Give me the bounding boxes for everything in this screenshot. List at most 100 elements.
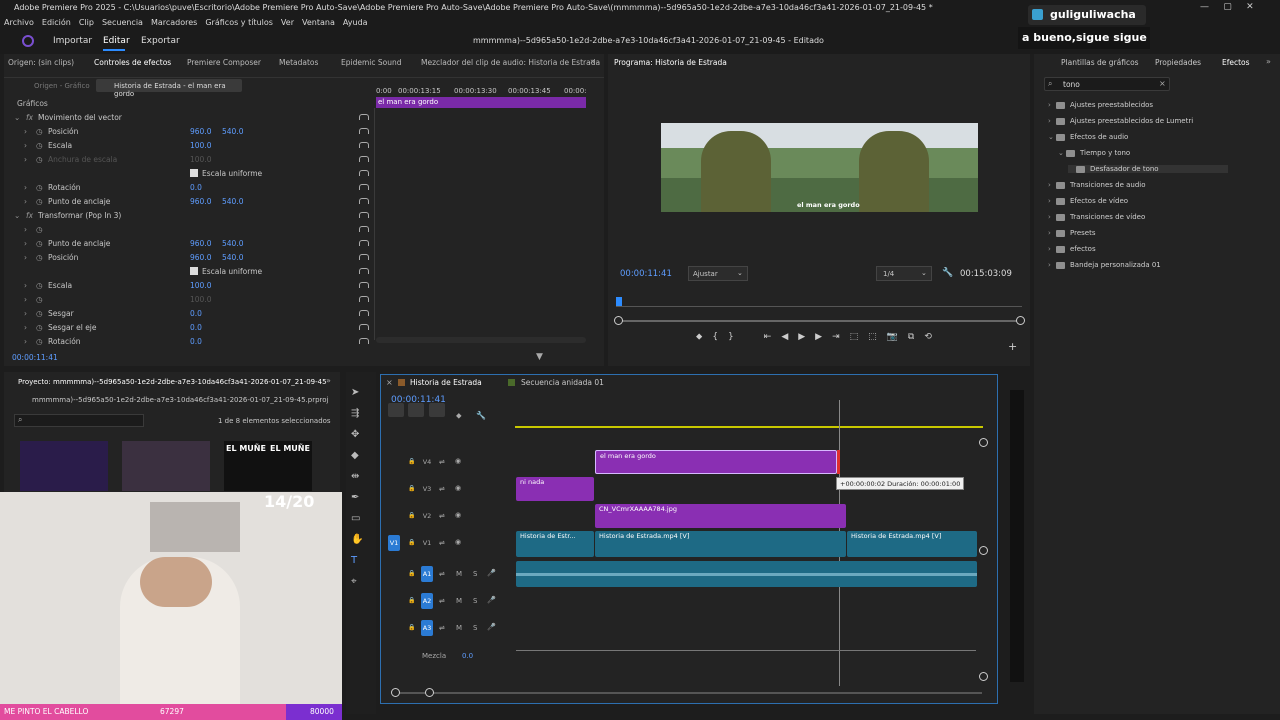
effects-tree-item[interactable]: › Efectos de vídeo (1048, 197, 1128, 205)
menu-secuencia[interactable]: Secuencia (102, 18, 143, 27)
fx-icon[interactable]: fx (26, 211, 33, 220)
ec-row[interactable]: › ◷ Punto de anclaje 960.0 540.0 (0, 194, 370, 208)
panel-overflow-icon[interactable]: » (1266, 57, 1271, 66)
marker-icon[interactable]: ⬥ (456, 411, 462, 421)
chevron-right-icon[interactable]: › (24, 183, 27, 192)
clip-a1-audio[interactable] (516, 561, 977, 587)
fit-dropdown[interactable]: Ajustar ⌄ (688, 266, 748, 281)
chevron-right-icon[interactable]: › (1048, 213, 1056, 221)
ec-row[interactable]: › ◷ (0, 222, 370, 236)
reset-icon[interactable] (359, 198, 369, 204)
tab-graphics-templates[interactable]: Plantillas de gráficos (1061, 58, 1139, 67)
menu-ayuda[interactable]: Ayuda (343, 18, 368, 27)
effects-tree-item[interactable]: › Presets (1048, 229, 1095, 237)
export-frame-icon[interactable]: 📷 (887, 332, 898, 342)
program-zoom-bar[interactable] (618, 320, 1022, 322)
reset-icon[interactable] (359, 226, 369, 232)
track-select-icon[interactable]: ⇶ (351, 408, 359, 419)
nav-exportar[interactable]: Exportar (141, 36, 180, 46)
ec-clip-bar[interactable]: el man era gordo (376, 97, 586, 108)
lock-icon[interactable]: 🔒 (408, 539, 415, 546)
lock-icon[interactable]: 🔒 (408, 485, 415, 492)
wrench-icon[interactable]: 🔧 (476, 411, 486, 420)
ec-timecode[interactable]: 00:00:11:41 (12, 353, 58, 362)
effects-tree-item[interactable]: Desfasador de tono (1068, 165, 1228, 173)
tab-audio-clip-mixer[interactable]: Mezclador del clip de audio: Historia de… (421, 58, 600, 67)
clip-v1-a[interactable]: Historia de Estr... (516, 531, 594, 557)
clip-v1-c[interactable]: Historia de Estrada.mp4 [V] (847, 531, 977, 557)
eye-icon[interactable]: ◉ (455, 484, 461, 492)
close-tab-icon[interactable]: × (386, 378, 393, 387)
clip-v2[interactable]: CN_VCmrXAAAA784.jpg (595, 504, 846, 528)
ec-ruler[interactable]: 0:00 00:00:13:15 00:00:13:30 00:00:13:45… (374, 84, 590, 98)
tab-source[interactable]: Origen: (sin clips) (8, 58, 74, 67)
program-title[interactable]: Programa: Historia de Estrada (614, 58, 727, 67)
reset-icon[interactable] (359, 282, 369, 288)
snap-icon[interactable] (408, 403, 424, 417)
effects-tree-item[interactable]: › Bandeja personalizada 01 (1048, 261, 1161, 269)
timeline-ruler[interactable] (515, 402, 983, 428)
ec-row[interactable]: ⌄ fx Transformar (Pop In 3) (0, 208, 370, 222)
chevron-right-icon[interactable]: › (24, 155, 27, 164)
menu-marcadores[interactable]: Marcadores (151, 18, 197, 27)
timeline-horizontal-scroll[interactable] (394, 692, 982, 694)
stopwatch-icon[interactable]: ◷ (36, 323, 43, 332)
mute-button[interactable]: M (456, 624, 462, 632)
go-to-in-icon[interactable]: ⇤ (764, 332, 772, 342)
ec-row[interactable]: › ◷ Escala 100.0 (0, 138, 370, 152)
reset-icon[interactable] (359, 114, 369, 120)
chevron-right-icon[interactable]: › (24, 281, 27, 290)
menu-edicion[interactable]: Edición (42, 18, 71, 27)
ec-value-1[interactable]: 0.0 (190, 309, 202, 318)
mute-button[interactable]: M (456, 597, 462, 605)
effects-tree-item[interactable]: › efectos (1048, 245, 1096, 253)
ec-row[interactable]: › ◷ Sesgar el eje 0.0 (0, 320, 370, 334)
ec-row[interactable]: › ◷ Posición 960.0 540.0 (0, 250, 370, 264)
track-label[interactable]: V3 (421, 481, 433, 497)
filter-icon[interactable]: ▼ (536, 352, 543, 362)
stopwatch-icon[interactable]: ◷ (36, 225, 43, 234)
v-scroll-mid[interactable] (979, 546, 988, 555)
menu-archivo[interactable]: Archivo (4, 18, 34, 27)
sync-lock-icon[interactable]: ⇌ (439, 512, 445, 520)
stopwatch-icon[interactable]: ◷ (36, 337, 43, 346)
v-scroll-bottom[interactable] (979, 672, 988, 681)
scroll-handle-left[interactable] (391, 688, 400, 697)
ec-row[interactable]: ⌄ fx Movimiento del vector (0, 110, 370, 124)
hand-icon[interactable]: ✋ (351, 534, 363, 545)
lock-icon[interactable]: 🔒 (408, 597, 415, 604)
reset-icon[interactable] (359, 296, 369, 302)
stopwatch-icon[interactable]: ◷ (36, 239, 43, 248)
chevron-right-icon[interactable]: › (24, 127, 27, 136)
reset-icon[interactable] (359, 324, 369, 330)
resolution-dropdown[interactable]: 1/4 ⌄ (876, 266, 932, 281)
effects-tree-item[interactable]: › Transiciones de vídeo (1048, 213, 1145, 221)
stopwatch-icon[interactable]: ◷ (36, 155, 43, 164)
trim-edge-indicator[interactable] (837, 450, 840, 474)
tab-premiere-composer[interactable]: Premiere Composer (187, 58, 261, 67)
chevron-right-icon[interactable]: › (24, 253, 27, 262)
ec-value-1[interactable]: 100.0 (190, 155, 211, 164)
clear-search-icon[interactable]: × (1159, 79, 1166, 88)
reset-icon[interactable] (359, 184, 369, 190)
play-icon[interactable]: ▶ (798, 332, 805, 342)
project-thumb-1[interactable] (20, 441, 108, 491)
chevron-right-icon[interactable]: › (24, 141, 27, 150)
chevron-right-icon[interactable]: › (24, 197, 27, 206)
effects-tree-item[interactable]: › Ajustes preestablecidos (1048, 101, 1153, 109)
nav-importar[interactable]: Importar (53, 36, 92, 46)
ec-value-1[interactable]: 960.0 (190, 253, 211, 262)
menu-ventana[interactable]: Ventana (302, 18, 335, 27)
chevron-down-icon[interactable]: ⌄ (1058, 149, 1066, 157)
ec-value-1[interactable]: 100.0 (190, 281, 211, 290)
compare-icon[interactable]: ⧉ (908, 332, 914, 342)
ec-row[interactable]: › ◷ Escala 100.0 (0, 278, 370, 292)
reset-icon[interactable] (359, 170, 369, 176)
program-timecode[interactable]: 00:00:11:41 (620, 269, 672, 279)
chevron-right-icon[interactable]: › (1048, 229, 1056, 237)
stopwatch-icon[interactable]: ◷ (36, 281, 43, 290)
tab-timeline-2[interactable]: Secuencia anidada 01 (521, 378, 604, 387)
reset-icon[interactable] (359, 254, 369, 260)
razor-icon[interactable]: ◆ (351, 450, 359, 461)
go-to-out-icon[interactable]: ⇥ (832, 332, 840, 342)
